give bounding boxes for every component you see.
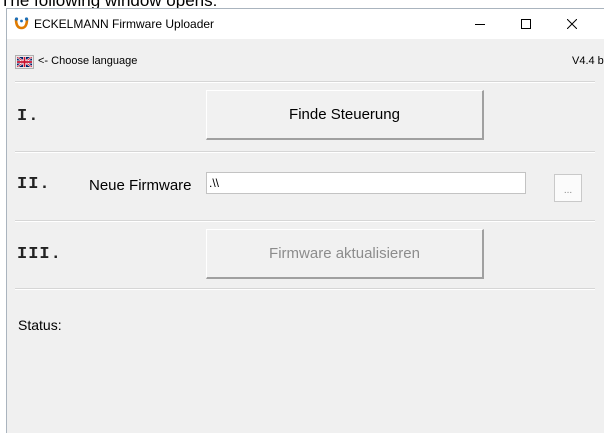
divider — [15, 151, 595, 153]
title-bar[interactable]: ECKELMANN Firmware Uploader — [7, 9, 604, 39]
firmware-path-input[interactable] — [206, 172, 526, 194]
close-icon — [567, 19, 577, 29]
divider — [15, 288, 595, 290]
choose-language-label: <- Choose language — [38, 55, 138, 67]
find-controller-button[interactable]: Finde Steuerung — [206, 90, 484, 140]
minimize-button[interactable] — [457, 9, 503, 39]
divider — [15, 220, 595, 222]
divider — [15, 81, 595, 83]
step-number-3: III. — [17, 245, 62, 264]
close-button[interactable] — [549, 9, 595, 39]
app-icon — [14, 17, 29, 30]
step-number-2: II. — [17, 175, 51, 194]
new-firmware-label: Neue Firmware — [89, 177, 192, 194]
uk-flag-icon — [17, 57, 32, 67]
minimize-icon — [475, 24, 485, 25]
version-label: V4.4 beta — [572, 55, 604, 67]
status-label: Status: — [18, 317, 62, 333]
step-number-1: I. — [17, 107, 40, 126]
maximize-button[interactable] — [503, 9, 549, 39]
update-firmware-button[interactable]: Firmware aktualisieren — [206, 229, 484, 279]
maximize-icon — [521, 19, 531, 29]
window-title: ECKELMANN Firmware Uploader — [34, 17, 215, 31]
page-caption: The following window opens: — [0, 0, 604, 8]
firmware-uploader-window: ECKELMANN Firmware Uploader <- Choose la… — [6, 8, 604, 433]
language-button[interactable] — [15, 55, 34, 69]
browse-button[interactable]: ... — [554, 174, 582, 202]
